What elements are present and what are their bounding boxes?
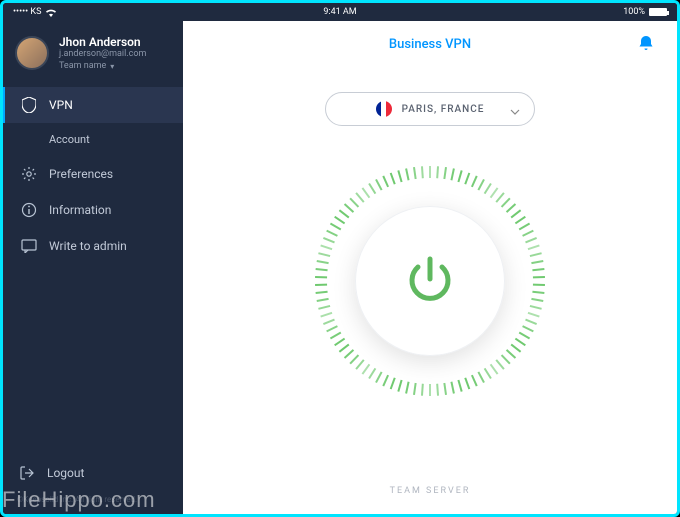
dial-ticks [315,166,545,396]
nav-label: Account [49,133,90,146]
logout-icon [19,465,35,481]
time-label: 9:41 AM [323,7,356,17]
profile-email: j.anderson@mail.com [59,49,171,59]
gear-icon [21,166,37,182]
nav-label: Write to admin [49,239,127,253]
chevron-down-icon: ▾ [110,62,114,71]
nav: VPN Account Preferences Information [3,87,183,264]
logout-label: Logout [47,466,84,480]
info-icon [21,202,37,218]
nav-label: Preferences [49,167,113,181]
avatar [15,36,49,70]
carrier-label: ••••• KS [13,7,41,17]
nav-item-write-admin[interactable]: Write to admin [3,228,183,264]
server-name: PARIS, FRANCE [402,104,485,115]
nav-item-vpn[interactable]: VPN [3,87,183,123]
copyright: ©Keepsolid Inc. All right reserved. [3,495,183,514]
page-title: Business VPN [389,37,471,52]
main-panel: Business VPN PARIS, FRANCE [183,21,677,514]
bell-icon[interactable] [639,35,653,55]
chevron-down-icon [510,100,520,119]
server-selector[interactable]: PARIS, FRANCE [325,92,535,126]
sidebar: Jhon Anderson j.anderson@mail.com Team n… [3,21,183,514]
nav-item-account[interactable]: Account [3,123,183,156]
logout-button[interactable]: Logout [3,451,183,495]
shield-icon [21,97,37,113]
nav-item-information[interactable]: Information [3,192,183,228]
wifi-icon [45,8,57,17]
server-type-label: TEAM SERVER [390,486,471,496]
power-dial [315,166,545,396]
team-selector[interactable]: Team name ▾ [59,61,171,71]
profile-name: Jhon Anderson [59,35,171,49]
flag-icon [376,101,392,117]
nav-label: VPN [49,98,73,112]
message-icon [21,238,37,254]
profile-section[interactable]: Jhon Anderson j.anderson@mail.com Team n… [3,21,183,81]
battery-percent: 100% [623,7,645,17]
battery-icon [649,8,667,16]
main-header: Business VPN [183,21,677,68]
nav-item-preferences[interactable]: Preferences [3,156,183,192]
status-bar: ••••• KS 9:41 AM 100% [3,3,677,21]
nav-label: Information [49,203,111,217]
